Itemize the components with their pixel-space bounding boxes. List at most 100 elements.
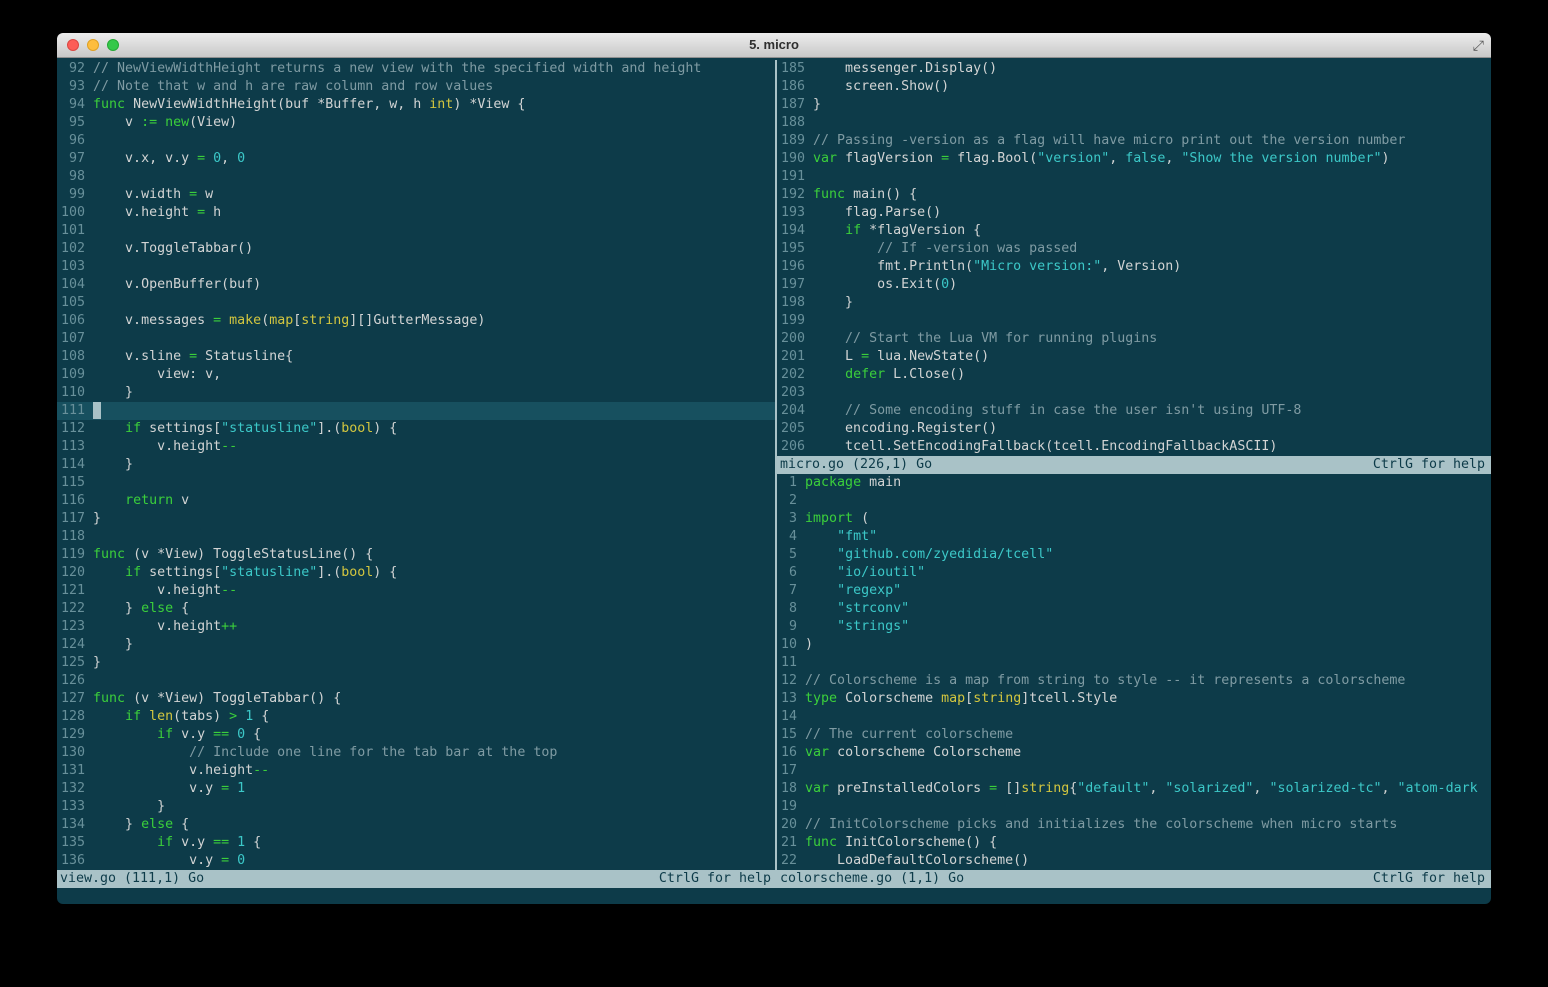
code-line[interactable]: 131 v.height--	[57, 762, 775, 780]
code-line[interactable]: 5 "github.com/zyedidia/tcell"	[777, 546, 1491, 564]
code-line[interactable]: 127 func (v *View) ToggleTabbar() {	[57, 690, 775, 708]
code-line[interactable]: 199	[777, 312, 1491, 330]
code-line[interactable]: 136 v.y = 0	[57, 852, 775, 870]
code-line[interactable]: 22 LoadDefaultColorscheme()	[777, 852, 1491, 870]
code-line[interactable]: 112 if settings["statusline"].(bool) {	[57, 420, 775, 438]
code-line[interactable]: 119 func (v *View) ToggleStatusLine() {	[57, 546, 775, 564]
code-line[interactable]: 188	[777, 114, 1491, 132]
code-line[interactable]: 3 import (	[777, 510, 1491, 528]
code-line[interactable]: 198 }	[777, 294, 1491, 312]
code-line[interactable]: 129 if v.y == 0 {	[57, 726, 775, 744]
code-line[interactable]: 15 // The current colorscheme	[777, 726, 1491, 744]
code-line[interactable]: 121 v.height--	[57, 582, 775, 600]
code-line[interactable]: 115	[57, 474, 775, 492]
line-number: 109	[61, 367, 94, 382]
code-line[interactable]: 205 encoding.Register()	[777, 420, 1491, 438]
code-line[interactable]: 190 var flagVersion = flag.Bool("version…	[777, 150, 1491, 168]
code-line[interactable]: 125 }	[57, 654, 775, 672]
code-line[interactable]: 133 }	[57, 798, 775, 816]
code-line[interactable]: 102 v.ToggleTabbar()	[57, 240, 775, 258]
code-line[interactable]: 107	[57, 330, 775, 348]
code-line[interactable]: 16 var colorscheme Colorscheme	[777, 744, 1491, 762]
code-line[interactable]: 109 view: v,	[57, 366, 775, 384]
code-text: view: v,	[93, 367, 222, 382]
code-line[interactable]: 21 func InitColorscheme() {	[777, 834, 1491, 852]
code-line[interactable]: 2	[777, 492, 1491, 510]
code-line[interactable]: 189 // Passing -version as a flag will h…	[777, 132, 1491, 150]
code-line[interactable]: 191	[777, 168, 1491, 186]
code-line[interactable]: 17	[777, 762, 1491, 780]
code-line[interactable]: 185 messenger.Display()	[777, 60, 1491, 78]
code-line[interactable]: 19	[777, 798, 1491, 816]
code-line[interactable]: 94 func NewViewWidthHeight(buf *Buffer, …	[57, 96, 775, 114]
code-line[interactable]: 108 v.sline = Statusline{	[57, 348, 775, 366]
code-line[interactable]: 197 os.Exit(0)	[777, 276, 1491, 294]
code-line[interactable]: 101	[57, 222, 775, 240]
code-line[interactable]: 92 // NewViewWidthHeight returns a new v…	[57, 60, 775, 78]
code-text: // Some encoding stuff in case the user …	[813, 403, 1302, 418]
editor-pane-view-go[interactable]: 92 // NewViewWidthHeight returns a new v…	[57, 60, 775, 870]
code-line[interactable]: 126	[57, 672, 775, 690]
code-line[interactable]: 201 L = lua.NewState()	[777, 348, 1491, 366]
code-line[interactable]: 99 v.width = w	[57, 186, 775, 204]
code-line[interactable]: 113 v.height--	[57, 438, 775, 456]
code-line[interactable]: 111	[57, 402, 775, 420]
code-line[interactable]: 100 v.height = h	[57, 204, 775, 222]
code-line[interactable]: 193 flag.Parse()	[777, 204, 1491, 222]
code-line[interactable]: 20 // InitColorscheme picks and initiali…	[777, 816, 1491, 834]
code-line[interactable]: 96	[57, 132, 775, 150]
code-line[interactable]: 118	[57, 528, 775, 546]
code-line[interactable]: 132 v.y = 1	[57, 780, 775, 798]
code-line[interactable]: 14	[777, 708, 1491, 726]
code-line[interactable]: 104 v.OpenBuffer(buf)	[57, 276, 775, 294]
code-line[interactable]: 117 }	[57, 510, 775, 528]
code-line[interactable]: 186 screen.Show()	[777, 78, 1491, 96]
code-line[interactable]: 124 }	[57, 636, 775, 654]
code-line[interactable]: 97 v.x, v.y = 0, 0	[57, 150, 775, 168]
code-line[interactable]: 7 "regexp"	[777, 582, 1491, 600]
code-line[interactable]: 128 if len(tabs) > 1 {	[57, 708, 775, 726]
code-line[interactable]: 9 "strings"	[777, 618, 1491, 636]
code-line[interactable]: 95 v := new(View)	[57, 114, 775, 132]
code-line[interactable]: 130 // Include one line for the tab bar …	[57, 744, 775, 762]
code-line[interactable]: 116 return v	[57, 492, 775, 510]
code-line[interactable]: 12 // Colorscheme is a map from string t…	[777, 672, 1491, 690]
code-line[interactable]: 202 defer L.Close()	[777, 366, 1491, 384]
code-line[interactable]: 122 } else {	[57, 600, 775, 618]
code-line[interactable]: 123 v.height++	[57, 618, 775, 636]
code-line[interactable]: 11	[777, 654, 1491, 672]
code-line[interactable]: 120 if settings["statusline"].(bool) {	[57, 564, 775, 582]
editor-pane-colorscheme-go[interactable]: 1 package main 2 3 import ( 4 "fmt" 5 "g…	[777, 474, 1491, 870]
code-line[interactable]: 114 }	[57, 456, 775, 474]
code-line[interactable]: 110 }	[57, 384, 775, 402]
code-line[interactable]: 13 type Colorscheme map[string]tcell.Sty…	[777, 690, 1491, 708]
code-line[interactable]: 134 } else {	[57, 816, 775, 834]
code-line[interactable]: 1 package main	[777, 474, 1491, 492]
code-text: }	[93, 385, 134, 400]
code-line[interactable]: 194 if *flagVersion {	[777, 222, 1491, 240]
code-line[interactable]: 196 fmt.Println("Micro version:", Versio…	[777, 258, 1491, 276]
code-line[interactable]: 10 )	[777, 636, 1491, 654]
editor-pane-micro-go[interactable]: 185 messenger.Display() 186 screen.Show()…	[777, 60, 1491, 456]
code-line[interactable]: 187 }	[777, 96, 1491, 114]
code-line[interactable]: 195 // If -version was passed	[777, 240, 1491, 258]
code-line[interactable]: 204 // Some encoding stuff in case the u…	[777, 402, 1491, 420]
code-line[interactable]: 4 "fmt"	[777, 528, 1491, 546]
line-number: 134	[61, 817, 94, 832]
code-line[interactable]: 8 "strconv"	[777, 600, 1491, 618]
code-line[interactable]: 103	[57, 258, 775, 276]
code-line[interactable]: 93 // Note that w and h are raw column a…	[57, 78, 775, 96]
code-line[interactable]: 106 v.messages = make(map[string][]Gutte…	[57, 312, 775, 330]
code-line[interactable]: 203	[777, 384, 1491, 402]
code-line[interactable]: 98	[57, 168, 775, 186]
code-line[interactable]: 192 func main() {	[777, 186, 1491, 204]
resize-icon[interactable]: ⤢	[1473, 33, 1484, 57]
code-line[interactable]: 206 tcell.SetEncodingFallback(tcell.Enco…	[777, 438, 1491, 456]
titlebar[interactable]: 5. micro ⤢	[57, 33, 1491, 58]
code-line[interactable]: 105	[57, 294, 775, 312]
code-line[interactable]: 135 if v.y == 1 {	[57, 834, 775, 852]
code-line[interactable]: 200 // Start the Lua VM for running plug…	[777, 330, 1491, 348]
code-line[interactable]: 18 var preInstalledColors = []string{"de…	[777, 780, 1491, 798]
code-line[interactable]: 6 "io/ioutil"	[777, 564, 1491, 582]
